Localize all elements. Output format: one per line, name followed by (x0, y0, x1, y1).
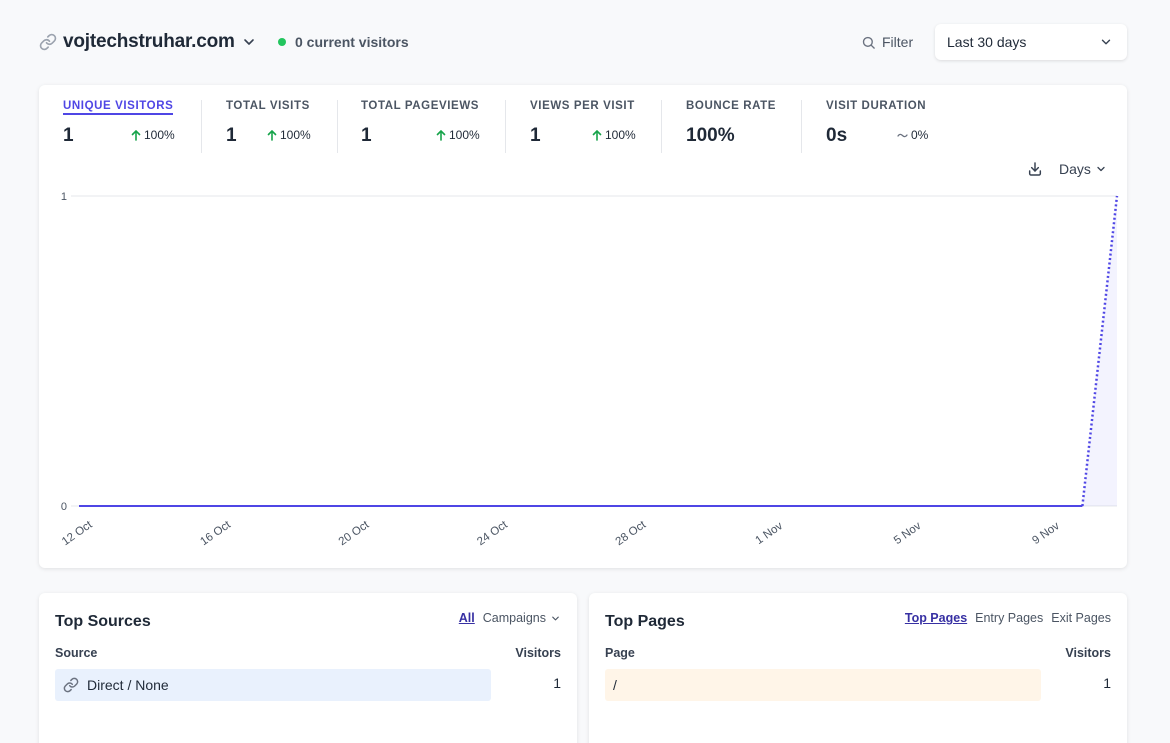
x-tick-label: 9 Nov (1030, 520, 1062, 547)
metric-divider (337, 100, 338, 153)
metric-change: 100% (131, 128, 175, 142)
metric-value: 0s (826, 125, 848, 146)
search-icon (862, 36, 875, 49)
page-row[interactable]: / (613, 677, 617, 693)
page-label: / (613, 677, 617, 693)
metric-change: 100% (592, 128, 636, 142)
interval-label: Days (1059, 161, 1091, 177)
metric-views-per-visit[interactable]: VIEWS PER VISIT 1 100% (530, 100, 650, 154)
x-tick-label: 5 Nov (892, 520, 924, 547)
chevron-down-icon (1101, 39, 1111, 45)
metric-label: BOUNCE RATE (686, 100, 777, 112)
top-pages-tabs: Top Pages Entry Pages Exit Pages (905, 611, 1111, 625)
arrow-up-icon (592, 129, 602, 141)
column-header-visitors: Visitors (515, 646, 561, 660)
y-tick-label: 0 (61, 501, 67, 513)
metric-divider (505, 100, 506, 153)
current-visitors[interactable]: 0 current visitors (295, 34, 409, 50)
link-icon (39, 33, 57, 51)
metric-unique-visitors[interactable]: UNIQUE VISITORS 1 100% (63, 100, 183, 154)
column-header-source: Source (55, 646, 98, 660)
arrow-up-icon (436, 129, 446, 141)
metric-divider (201, 100, 202, 153)
top-sources-card: Top Sources All Campaigns Source Visitor… (39, 593, 577, 743)
top-pages-card: Top Pages Top Pages Entry Pages Exit Pag… (589, 593, 1127, 743)
metric-label: VIEWS PER VISIT (530, 100, 635, 112)
metric-divider (661, 100, 662, 153)
top-pages-title: Top Pages (605, 613, 685, 630)
tab-campaigns[interactable]: Campaigns (483, 611, 561, 625)
link-icon (63, 677, 79, 693)
y-tick-label: 1 (61, 191, 67, 203)
tab-entry-pages[interactable]: Entry Pages (975, 611, 1043, 625)
metric-value: 1 (530, 125, 541, 146)
metric-change: 100% (436, 128, 480, 142)
page-visitors: 1 (1103, 675, 1111, 691)
filter-button[interactable]: Filter (861, 30, 921, 54)
tab-exit-pages[interactable]: Exit Pages (1051, 611, 1111, 625)
date-range-label: Last 30 days (947, 34, 1027, 50)
arrow-up-icon (131, 129, 141, 141)
metric-value: 1 (63, 125, 74, 146)
metric-total-pageviews[interactable]: TOTAL PAGEVIEWS 1 100% (361, 100, 491, 154)
site-name[interactable]: vojtechstruhar.com (63, 31, 235, 53)
column-header-page: Page (605, 646, 635, 660)
tab-top-pages[interactable]: Top Pages (905, 611, 967, 625)
metric-label: UNIQUE VISITORS (63, 100, 174, 115)
top-sources-tabs: All Campaigns (459, 611, 561, 625)
x-tick-label: 12 Oct (60, 518, 95, 548)
dashboard-header: vojtechstruhar.com 0 current visitors Fi… (39, 22, 1127, 62)
x-tick-label: 1 Nov (754, 520, 786, 547)
wave-flat-icon (897, 133, 908, 138)
column-header-visitors: Visitors (1065, 646, 1111, 660)
source-label: Direct / None (87, 677, 169, 693)
x-tick-label: 20 Oct (337, 518, 372, 548)
chevron-down-icon[interactable] (241, 34, 257, 50)
metric-change: 0% (897, 128, 928, 142)
top-sources-title: Top Sources (55, 613, 151, 630)
interval-select[interactable]: Days (1059, 161, 1107, 177)
metric-bounce-rate[interactable]: BOUNCE RATE 100% (686, 100, 786, 154)
metric-value: 1 (226, 125, 237, 146)
metric-label: VISIT DURATION (826, 100, 927, 112)
metric-visit-duration[interactable]: VISIT DURATION 0s 0% (826, 100, 936, 154)
metric-label: TOTAL VISITS (226, 100, 310, 112)
metric-divider (801, 100, 802, 153)
date-range-select[interactable]: Last 30 days (935, 24, 1127, 60)
metric-value: 1 (361, 125, 372, 146)
chevron-down-icon (552, 616, 559, 620)
visitors-chart[interactable]: 0 1 12 Oct 16 Oct 20 Oct 24 Oct 28 Oct 1 Nov 5 N… (39, 180, 1127, 560)
source-row[interactable]: Direct / None (63, 677, 169, 693)
download-icon[interactable] (1027, 161, 1043, 177)
live-status-dot (278, 38, 286, 46)
metric-value: 100% (686, 125, 735, 146)
arrow-up-icon (267, 129, 277, 141)
main-graph-card: UNIQUE VISITORS 1 100% TOTAL VISITS 1 10… (39, 85, 1127, 568)
tab-all[interactable]: All (459, 611, 475, 625)
x-tick-label: 16 Oct (198, 518, 233, 548)
metric-total-visits[interactable]: TOTAL VISITS 1 100% (226, 100, 326, 154)
page-row-bar (605, 669, 1041, 701)
filter-label: Filter (882, 34, 914, 50)
metric-label: TOTAL PAGEVIEWS (361, 100, 480, 112)
chevron-down-icon (1097, 166, 1105, 172)
metric-change: 100% (267, 128, 311, 142)
x-tick-label: 24 Oct (475, 518, 510, 548)
x-tick-label: 28 Oct (614, 518, 649, 548)
source-visitors: 1 (553, 675, 561, 691)
